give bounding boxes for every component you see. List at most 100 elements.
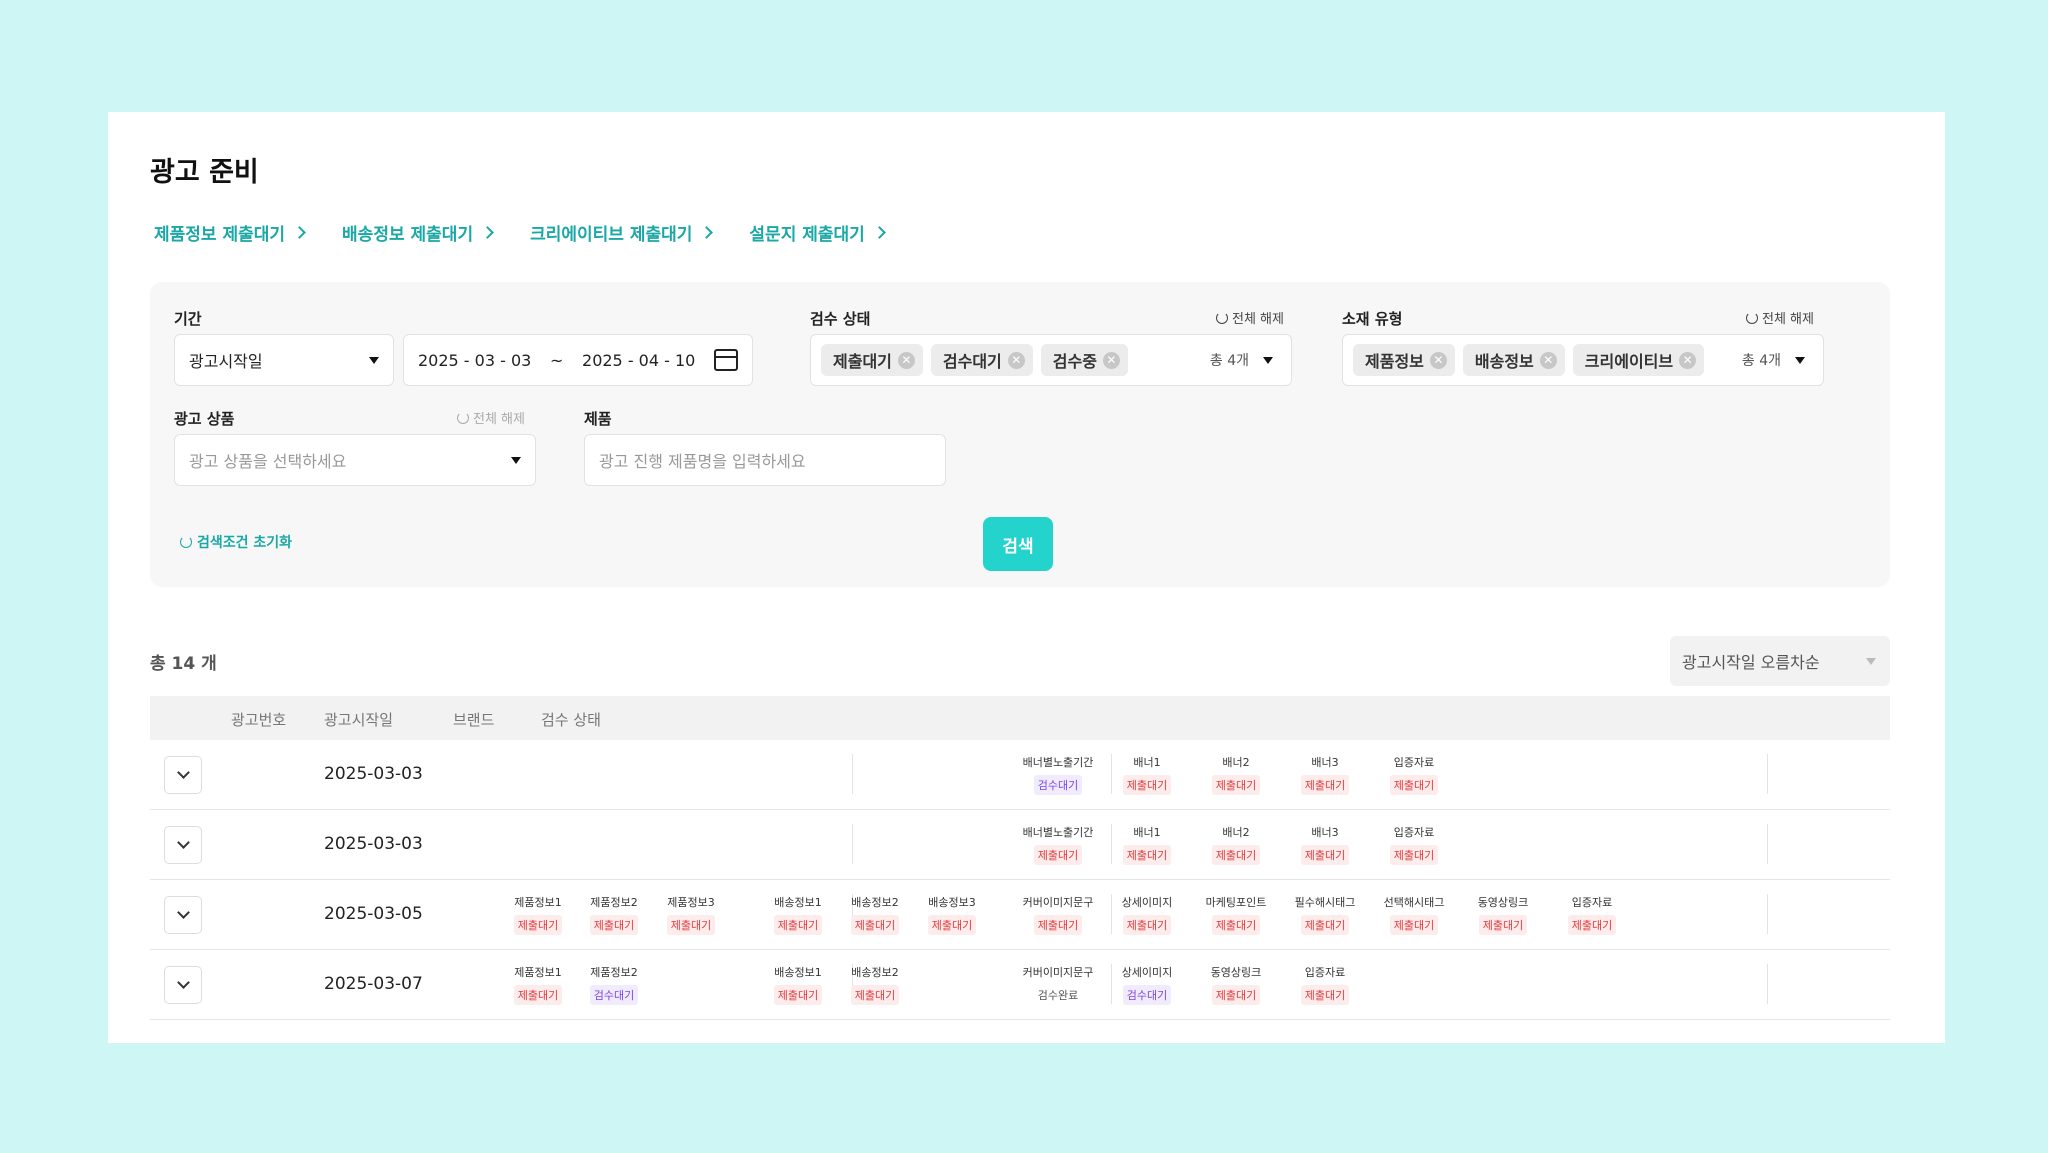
status-badge: 제출대기 xyxy=(1122,845,1172,865)
row-start-date: 2025-03-05 xyxy=(324,904,423,924)
item-name: 제품정보1 xyxy=(514,896,562,909)
expand-row-button[interactable] xyxy=(164,826,202,864)
reset-label: 전체 해제 xyxy=(1232,312,1284,327)
status-badge: 제출대기 xyxy=(927,915,977,935)
expand-row-button[interactable] xyxy=(164,756,202,794)
start-date[interactable]: 2025 - 03 - 03 xyxy=(418,351,531,370)
period-label: 기간 xyxy=(174,310,202,328)
column-divider xyxy=(1767,894,1768,934)
ad-product-reset-button[interactable]: 전체 해제 xyxy=(457,408,525,427)
item-name: 입증자료 xyxy=(1304,966,1346,979)
remove-chip-icon[interactable]: ✕ xyxy=(897,351,915,369)
column-divider xyxy=(1767,754,1768,794)
status-badge: 제출대기 xyxy=(1211,845,1261,865)
material-reset-button[interactable]: 전체 해제 xyxy=(1746,308,1814,327)
link-product-info[interactable]: 제품정보 제출대기 xyxy=(154,220,306,245)
status-item: 배너별노출기간 제출대기 xyxy=(1018,824,1098,865)
chevron-right-icon xyxy=(481,226,494,239)
status-item: 필수해시태그 제출대기 xyxy=(1285,894,1365,935)
chip-review-in-progress: 검수중 ✕ xyxy=(1040,344,1128,376)
status-badge: 제출대기 xyxy=(1033,915,1083,935)
status-badge: 제출대기 xyxy=(1389,845,1439,865)
remove-chip-icon[interactable]: ✕ xyxy=(1539,351,1557,369)
product-input[interactable]: 광고 진행 제품명을 입력하세요 xyxy=(584,434,946,486)
status-badge: 제출대기 xyxy=(1122,775,1172,795)
header-ad-number[interactable]: 광고번호 xyxy=(231,709,286,730)
chevron-down-icon xyxy=(176,906,190,919)
item-name: 배너2 xyxy=(1222,826,1250,839)
header-review-status[interactable]: 검수 상태 xyxy=(541,709,601,730)
filter-panel: 기간 광고시작일 2025 - 03 - 03 ~ 2025 - 04 - 10… xyxy=(150,282,1890,587)
expand-row-button[interactable] xyxy=(164,896,202,934)
status-links: 제품정보 제출대기 배송정보 제출대기 크리에이티브 제출대기 설문지 제출대기 xyxy=(154,220,886,245)
refresh-icon xyxy=(1746,311,1758,324)
item-name: 배송정보2 xyxy=(851,896,899,909)
expand-row-button[interactable] xyxy=(164,966,202,1004)
chip-label: 크리에이티브 xyxy=(1584,352,1674,371)
chip-label: 검수중 xyxy=(1052,352,1097,371)
main-card: 광고 준비 제품정보 제출대기 배송정보 제출대기 크리에이티브 제출대기 설문… xyxy=(108,112,1945,1043)
column-divider xyxy=(852,754,853,794)
reset-search-button[interactable]: 검색조건 초기화 xyxy=(180,532,292,552)
item-name: 배너1 xyxy=(1133,756,1161,769)
chip-material-shipping: 배송정보 ✕ xyxy=(1462,344,1565,376)
item-name: 동영상링크 xyxy=(1477,896,1529,909)
item-name: 배송정보2 xyxy=(851,966,899,979)
review-reset-button[interactable]: 전체 해제 xyxy=(1216,308,1284,327)
status-badge: 검수대기 xyxy=(1122,985,1172,1005)
status-badge: 제출대기 xyxy=(1567,915,1617,935)
search-button[interactable]: 검색 xyxy=(983,517,1053,571)
status-badge: 제출대기 xyxy=(513,985,563,1005)
calendar-icon[interactable] xyxy=(713,349,738,371)
caret-down-icon xyxy=(511,456,521,464)
date-range-picker[interactable]: 2025 - 03 - 03 ~ 2025 - 04 - 10 xyxy=(403,334,753,386)
link-label: 크리에이티브 제출대기 xyxy=(530,225,693,245)
status-badge: 제출대기 xyxy=(513,915,563,935)
link-creative[interactable]: 크리에이티브 제출대기 xyxy=(530,220,714,245)
sort-select[interactable]: 광고시작일 오름차순 xyxy=(1670,636,1890,686)
caret-down-icon xyxy=(1263,356,1273,364)
caret-down-icon xyxy=(1795,356,1805,364)
reset-label: 전체 해제 xyxy=(473,412,525,427)
table-header: 광고번호 광고시작일 브랜드 검수 상태 xyxy=(150,696,1890,740)
link-label: 제품정보 제출대기 xyxy=(154,225,286,245)
material-type-select[interactable]: 제품정보 ✕ 배송정보 ✕ 크리에이티브 ✕ 총 4개 xyxy=(1342,334,1824,386)
ad-product-select[interactable]: 광고 상품을 선택하세요 xyxy=(174,434,536,486)
refresh-icon xyxy=(457,411,469,424)
remove-chip-icon[interactable]: ✕ xyxy=(1102,351,1120,369)
chevron-down-icon xyxy=(176,836,190,849)
status-item: 커버이미지문구 검수완료 xyxy=(1018,964,1098,1005)
result-count: 총 14 개 xyxy=(150,654,217,674)
status-item: 배너1 제출대기 xyxy=(1107,754,1187,795)
status-item: 입증자료 제출대기 xyxy=(1374,824,1454,865)
remove-chip-icon[interactable]: ✕ xyxy=(1007,351,1025,369)
review-status-select[interactable]: 제출대기 ✕ 검수대기 ✕ 검수중 ✕ 총 4개 xyxy=(810,334,1292,386)
status-badge: 제출대기 xyxy=(1300,915,1350,935)
link-shipping-info[interactable]: 배송정보 제출대기 xyxy=(342,220,494,245)
status-item: 배너3 제출대기 xyxy=(1285,824,1365,865)
column-divider xyxy=(1767,964,1768,1004)
status-item: 배송정보3 제출대기 xyxy=(912,894,992,935)
refresh-icon xyxy=(1216,311,1228,324)
remove-chip-icon[interactable]: ✕ xyxy=(1679,351,1697,369)
header-start-date[interactable]: 광고시작일 xyxy=(324,709,393,730)
period-type-value: 광고시작일 xyxy=(189,352,263,371)
status-item: 배송정보2 제출대기 xyxy=(835,894,915,935)
period-type-select[interactable]: 광고시작일 xyxy=(174,334,394,386)
product-placeholder: 광고 진행 제품명을 입력하세요 xyxy=(599,452,806,471)
chip-label: 제품정보 xyxy=(1365,352,1424,371)
item-name: 배너1 xyxy=(1133,826,1161,839)
material-type-label: 소재 유형 xyxy=(1342,310,1403,328)
column-divider xyxy=(852,824,853,864)
chip-review-submit-wait: 제출대기 ✕ xyxy=(821,344,923,376)
status-item: 상세이미지 제출대기 xyxy=(1107,894,1187,935)
item-name: 배너3 xyxy=(1311,826,1339,839)
remove-chip-icon[interactable]: ✕ xyxy=(1429,351,1447,369)
status-item: 배너2 제출대기 xyxy=(1196,824,1276,865)
end-date[interactable]: 2025 - 04 - 10 xyxy=(582,351,695,370)
status-badge: 제출대기 xyxy=(666,915,716,935)
link-survey[interactable]: 설문지 제출대기 xyxy=(749,220,886,245)
row-start-date: 2025-03-03 xyxy=(324,764,423,784)
header-brand[interactable]: 브랜드 xyxy=(453,709,494,730)
review-status-label: 검수 상태 xyxy=(810,310,871,328)
